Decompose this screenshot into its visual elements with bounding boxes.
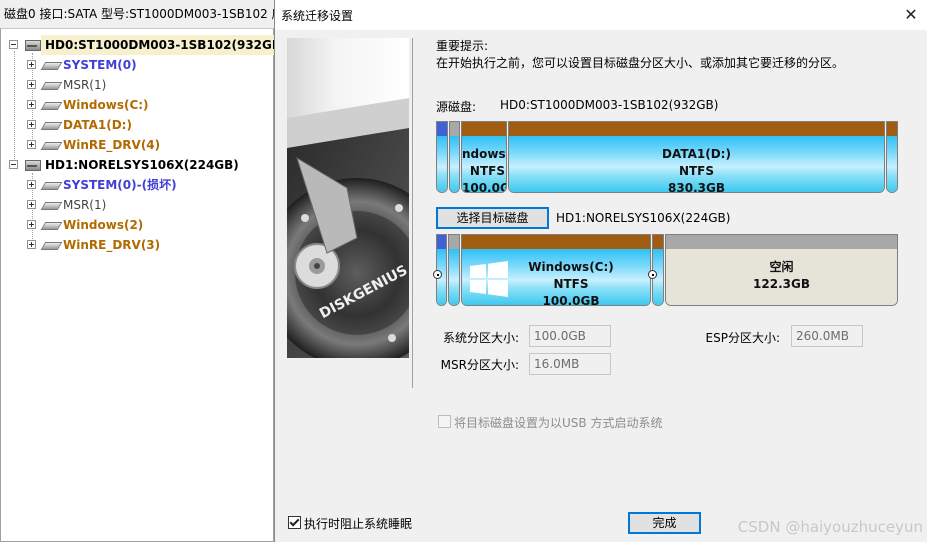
- segment-fs: NTFS: [469, 164, 505, 178]
- expand-icon[interactable]: [27, 200, 36, 209]
- tree-partition-label: WinRE_DRV(3): [63, 238, 161, 252]
- vertical-separator: [412, 38, 413, 388]
- tree-partition-label: MSR(1): [63, 78, 107, 92]
- target-disk-map[interactable]: Windows(C:) NTFS 100.0GB 空闲 122.3GB: [433, 234, 899, 306]
- hard-disk-icon: [25, 159, 41, 171]
- disk-tree[interactable]: HD0:ST1000DM003-1SB102(932GB) SYSTEM(0) …: [0, 28, 291, 542]
- source-partition-data1[interactable]: DATA1(D:) NTFS 830.3GB: [508, 121, 885, 193]
- partition-icon: [43, 81, 59, 89]
- expand-icon[interactable]: [27, 220, 36, 229]
- source-disk-map[interactable]: ndows( NTFS 100.0GB DATA1(D:) NTFS 830.3…: [436, 121, 899, 193]
- expand-icon[interactable]: [27, 100, 36, 109]
- partition-icon: [43, 141, 59, 149]
- hard-disk-icon: [25, 39, 41, 51]
- segment-size: 100.0GB: [542, 294, 600, 306]
- dialog-title: 系统迁移设置: [281, 9, 354, 23]
- source-partition-windows[interactable]: ndows( NTFS 100.0GB: [461, 121, 507, 193]
- esp-size-label: ESP分区大小:: [705, 331, 780, 345]
- notice-body: 在开始执行之前，您可以设置目标磁盘分区大小、或添加其它要迁移的分区。: [436, 56, 845, 70]
- resize-handle-icon[interactable]: [433, 270, 442, 279]
- hard-drive-illustration-icon: [287, 98, 409, 358]
- source-disk-label: 源磁盘:: [436, 100, 477, 114]
- prevent-sleep-label: 执行时阻止系统睡眠: [304, 517, 413, 531]
- segment-size: 122.3GB: [753, 277, 810, 291]
- tree-partition-label: Windows(C:): [63, 98, 149, 112]
- tree-disk-label: HD1:NORELSYS106X(224GB): [45, 158, 239, 172]
- msr-size-label: MSR分区大小:: [440, 358, 519, 372]
- partition-icon: [43, 61, 59, 69]
- segment-name: Windows(C:): [528, 260, 614, 274]
- partition-icon: [43, 181, 59, 189]
- source-partition-winre[interactable]: [886, 121, 898, 193]
- source-disk-name: HD0:ST1000DM003-1SB102(932GB): [500, 98, 719, 112]
- done-button[interactable]: 完成: [628, 512, 701, 534]
- resize-handle-icon[interactable]: [648, 270, 657, 279]
- usb-boot-label: 将目标磁盘设置为以USB 方式启动系统: [454, 416, 663, 430]
- partition-icon: [43, 121, 59, 129]
- expand-icon[interactable]: [27, 60, 36, 69]
- msr-size-field[interactable]: 16.0MB: [529, 353, 611, 375]
- disk-info-bar: 磁盘0 接口:SATA 型号:ST1000DM003-1SB102 序: [0, 0, 276, 28]
- tree-partition-label: MSR(1): [63, 198, 107, 212]
- tree-partition-label: WinRE_DRV(4): [63, 138, 161, 152]
- expand-icon[interactable]: [27, 120, 36, 129]
- segment-name: DATA1(D:): [662, 147, 731, 161]
- target-partition-windows[interactable]: Windows(C:) NTFS 100.0GB: [461, 234, 651, 306]
- target-disk-name: HD1:NORELSYS106X(224GB): [556, 211, 731, 225]
- checkmark-icon: [289, 516, 300, 527]
- system-size-label: 系统分区大小:: [442, 331, 519, 345]
- esp-size-field[interactable]: 260.0MB: [791, 325, 863, 347]
- partition-icon: [43, 221, 59, 229]
- tree-disk-hd0[interactable]: HD0:ST1000DM003-1SB102(932GB): [1, 35, 291, 55]
- segment-fs: NTFS: [553, 277, 589, 291]
- notice-title: 重要提示:: [436, 39, 489, 53]
- prevent-sleep-checkbox[interactable]: [288, 516, 301, 529]
- close-icon[interactable]: ✕: [900, 4, 922, 26]
- expand-icon[interactable]: [27, 240, 36, 249]
- segment-size: 100.0GB: [462, 181, 506, 193]
- system-size-field[interactable]: 100.0GB: [529, 325, 611, 347]
- expand-icon[interactable]: [27, 80, 36, 89]
- tree-partition-label: Windows(2): [63, 218, 144, 232]
- target-partition-msr[interactable]: [448, 234, 460, 306]
- expand-icon[interactable]: [27, 180, 36, 189]
- migration-dialog: 系统迁移设置 ✕ DISKGENIUS 重要提示: 在开始执行之前，您可以设置目…: [274, 0, 927, 542]
- tree-disk-hd1[interactable]: HD1:NORELSYS106X(224GB): [1, 155, 271, 175]
- diskgenius-artwork: DISKGENIUS: [287, 38, 409, 358]
- tree-disk-label: HD0:ST1000DM003-1SB102(932GB): [41, 35, 291, 55]
- tree-partition-label: DATA1(D:): [63, 118, 132, 132]
- partition-icon: [43, 101, 59, 109]
- partition-icon: [43, 201, 59, 209]
- tree-partition-label: SYSTEM(0): [63, 58, 137, 72]
- collapse-icon[interactable]: [9, 40, 18, 49]
- expand-icon[interactable]: [27, 140, 36, 149]
- watermark: CSDN @haiyouzhuceyun: [737, 518, 923, 536]
- segment-name: 空闲: [769, 260, 794, 274]
- select-target-disk-button[interactable]: 选择目标磁盘: [436, 207, 549, 229]
- segment-fs: NTFS: [678, 164, 715, 178]
- source-partition-system[interactable]: [436, 121, 448, 193]
- target-free-space[interactable]: 空闲 122.3GB: [665, 234, 898, 306]
- collapse-icon[interactable]: [9, 160, 18, 169]
- usb-boot-checkbox[interactable]: [438, 415, 451, 428]
- dialog-title-bar[interactable]: 系统迁移设置 ✕: [275, 0, 927, 30]
- segment-name: ndows(: [462, 147, 507, 161]
- segment-size: 830.3GB: [668, 181, 725, 193]
- tree-partition-label: SYSTEM(0)-(损坏): [63, 178, 177, 192]
- source-partition-msr[interactable]: [449, 121, 460, 193]
- partition-icon: [43, 241, 59, 249]
